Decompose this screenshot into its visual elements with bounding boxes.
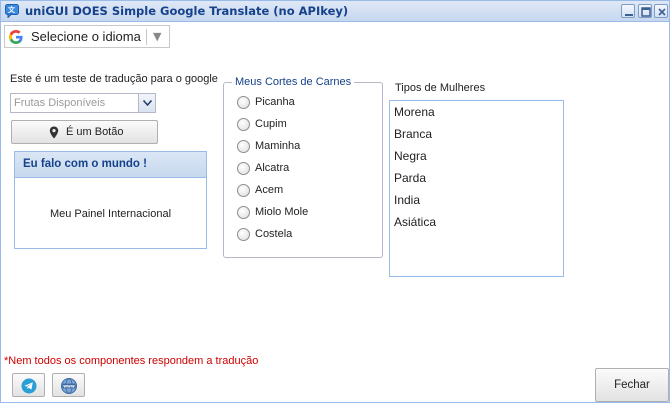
website-button[interactable]: www [52,373,85,397]
meat-cuts-fieldset: Meus Cortes de Carnes Picanha Cupim Mami… [223,76,383,258]
svg-text:www: www [63,384,75,389]
dropdown-arrow-icon[interactable]: ▼ [153,30,161,43]
radio-button[interactable] [237,184,250,197]
minimize-icon [625,14,633,16]
radio-button[interactable] [237,162,250,175]
telegram-button[interactable] [12,373,45,397]
radio-label: Maminha [255,140,301,152]
women-types-listbox[interactable]: Morena Branca Negra Parda India Asiática [389,100,564,277]
e-um-botao-button[interactable]: É um Botão [11,120,158,144]
radio-label: Alcatra [255,162,290,174]
list-item[interactable]: India [394,193,420,207]
language-select-label: Selecione o idioma [31,29,141,44]
e-um-botao-label: É um Botão [66,126,124,138]
radio-button[interactable] [237,96,250,109]
window-title: uniGUI DOES Simple Google Translate (no … [25,4,349,18]
list-item[interactable]: Morena [394,105,435,119]
google-g-icon [8,29,24,45]
www-globe-icon: www [61,378,77,394]
radio-label: Acem [255,184,284,196]
radio-button[interactable] [237,140,250,153]
map-pin-icon [49,126,59,142]
list-item[interactable]: Asiática [394,215,436,229]
maximize-button[interactable] [638,4,652,18]
radio-button[interactable] [237,206,250,219]
list-item[interactable]: Negra [394,149,427,163]
meat-cuts-legend: Meus Cortes de Carnes [232,76,355,88]
close-button[interactable] [654,4,668,18]
language-select[interactable]: Selecione o idioma ▼ [4,25,170,48]
telegram-icon [21,378,37,394]
fruits-combo-placeholder: Frutas Disponíveis [14,97,106,109]
maximize-icon [641,7,651,17]
radio-button[interactable] [237,118,250,131]
radio-label: Cupim [255,118,287,130]
panel-body-text: Meu Painel Internacional [49,208,172,220]
close-icon [658,8,666,16]
radio-label: Costela [255,228,293,240]
teste-label: Este é um teste de tradução para o googl… [10,73,218,85]
radio-label: Miolo Mole [255,206,309,218]
international-panel: Eu falo com o mundo ! Meu Painel Interna… [14,151,207,249]
radio-button[interactable] [237,228,250,241]
translate-icon: 文 [5,4,19,19]
svg-text:文: 文 [8,5,16,14]
list-item[interactable]: Parda [394,171,426,185]
title-bar: 文 uniGUI DOES Simple Google Translate (n… [1,1,669,22]
combo-trigger-button[interactable] [138,94,155,112]
panel-header: Eu falo com o mundo ! [15,152,206,178]
panel-title: Eu falo com o mundo ! [23,158,147,170]
chevron-down-icon [143,100,152,106]
women-types-label: Tipos de Mulheres [395,82,486,94]
app-window: 文 uniGUI DOES Simple Google Translate (n… [0,0,670,403]
translation-note: *Nem todos os componentes respondem a tr… [4,355,259,367]
minimize-button[interactable] [621,4,635,18]
radio-label: Picanha [255,96,295,108]
close-dialog-label: Fechar [614,379,650,391]
divider [146,29,147,45]
list-item[interactable]: Branca [394,127,432,141]
close-dialog-button[interactable]: Fechar [595,368,669,402]
fruits-combo[interactable]: Frutas Disponíveis [10,93,156,113]
